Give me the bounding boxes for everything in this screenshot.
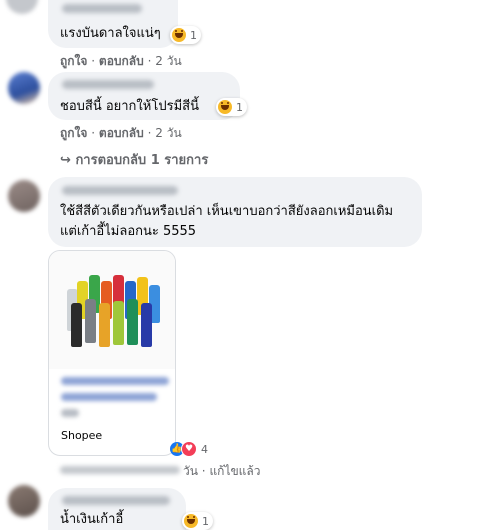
blurred-actions [60,466,180,474]
reaction-count: 1 [202,514,209,528]
haha-icon [184,514,198,528]
spray-can [127,299,138,345]
comment-text-line-1: ใช้สีสีตัวเดียวกันหรือเปล่า เห็นเขาบอกว่… [60,204,394,219]
commenter-name[interactable] [62,4,142,13]
link-source: Shopee [61,429,103,442]
timestamp[interactable]: วัน [183,464,198,478]
blurred-link-title [61,393,157,401]
comment-actions: ถูกใจ · ตอบกลับ · 2 วัน [60,54,182,68]
reaction-badge[interactable]: 1 [170,26,201,44]
timestamp[interactable]: 2 วัน [155,126,181,140]
comment-text-line-2: แต่เก้าอี้ไม่ลอกนะ 5555 [60,224,197,239]
view-replies-link[interactable]: ↪ การตอบกลับ 1 รายการ [60,149,208,170]
spray-can [71,303,82,347]
avatar[interactable] [8,485,40,517]
reaction-badge[interactable]: 1 [182,512,213,530]
like-button[interactable]: ถูกใจ [60,126,87,140]
link-preview-card[interactable]: Shopee [48,250,176,456]
reaction-badge[interactable]: 👍 ♥ 4 [170,440,208,458]
avatar[interactable] [6,0,38,14]
reply-arrow-icon: ↪ [60,153,71,168]
commenter-name[interactable] [62,80,154,89]
timestamp[interactable]: 2 วัน [155,54,181,68]
edited-label[interactable]: แก้ไขแล้ว [209,464,260,478]
reply-button[interactable]: ตอบกลับ [99,54,144,68]
comment-actions: วัน · แก้ไขแล้ว [183,464,261,478]
reply-button[interactable]: ตอบกลับ [99,126,144,140]
haha-icon [172,28,186,42]
spray-can [85,299,96,343]
reaction-count: 1 [190,28,197,42]
like-button[interactable]: ถูกใจ [60,54,87,68]
avatar[interactable] [8,180,40,212]
haha-icon [218,100,232,114]
spray-can [99,303,110,347]
spray-can [141,303,152,347]
reaction-count: 1 [236,100,243,114]
comment-text: แรงบันดาลใจแน่ๆ [60,26,161,41]
love-icon: ♥ [181,441,197,457]
blurred-link-title [61,377,169,385]
reaction-count: 4 [201,442,208,456]
spray-paint-product-image [49,251,175,369]
comment-actions: ถูกใจ · ตอบกลับ · 2 วัน [60,126,182,140]
spray-can [113,301,124,345]
blurred-link-meta [61,409,79,417]
comment-text: ชอบสีนี้ อยากให้โปรมีสีนี้ [60,99,199,114]
comment-text: น้ำเงินเก้าอี้ [60,512,124,527]
reaction-badge[interactable]: 1 [216,98,247,116]
commenter-name[interactable] [62,496,170,505]
commenter-name[interactable] [62,186,178,195]
view-replies-label: การตอบกลับ 1 รายการ [75,153,209,168]
avatar[interactable] [8,72,40,104]
